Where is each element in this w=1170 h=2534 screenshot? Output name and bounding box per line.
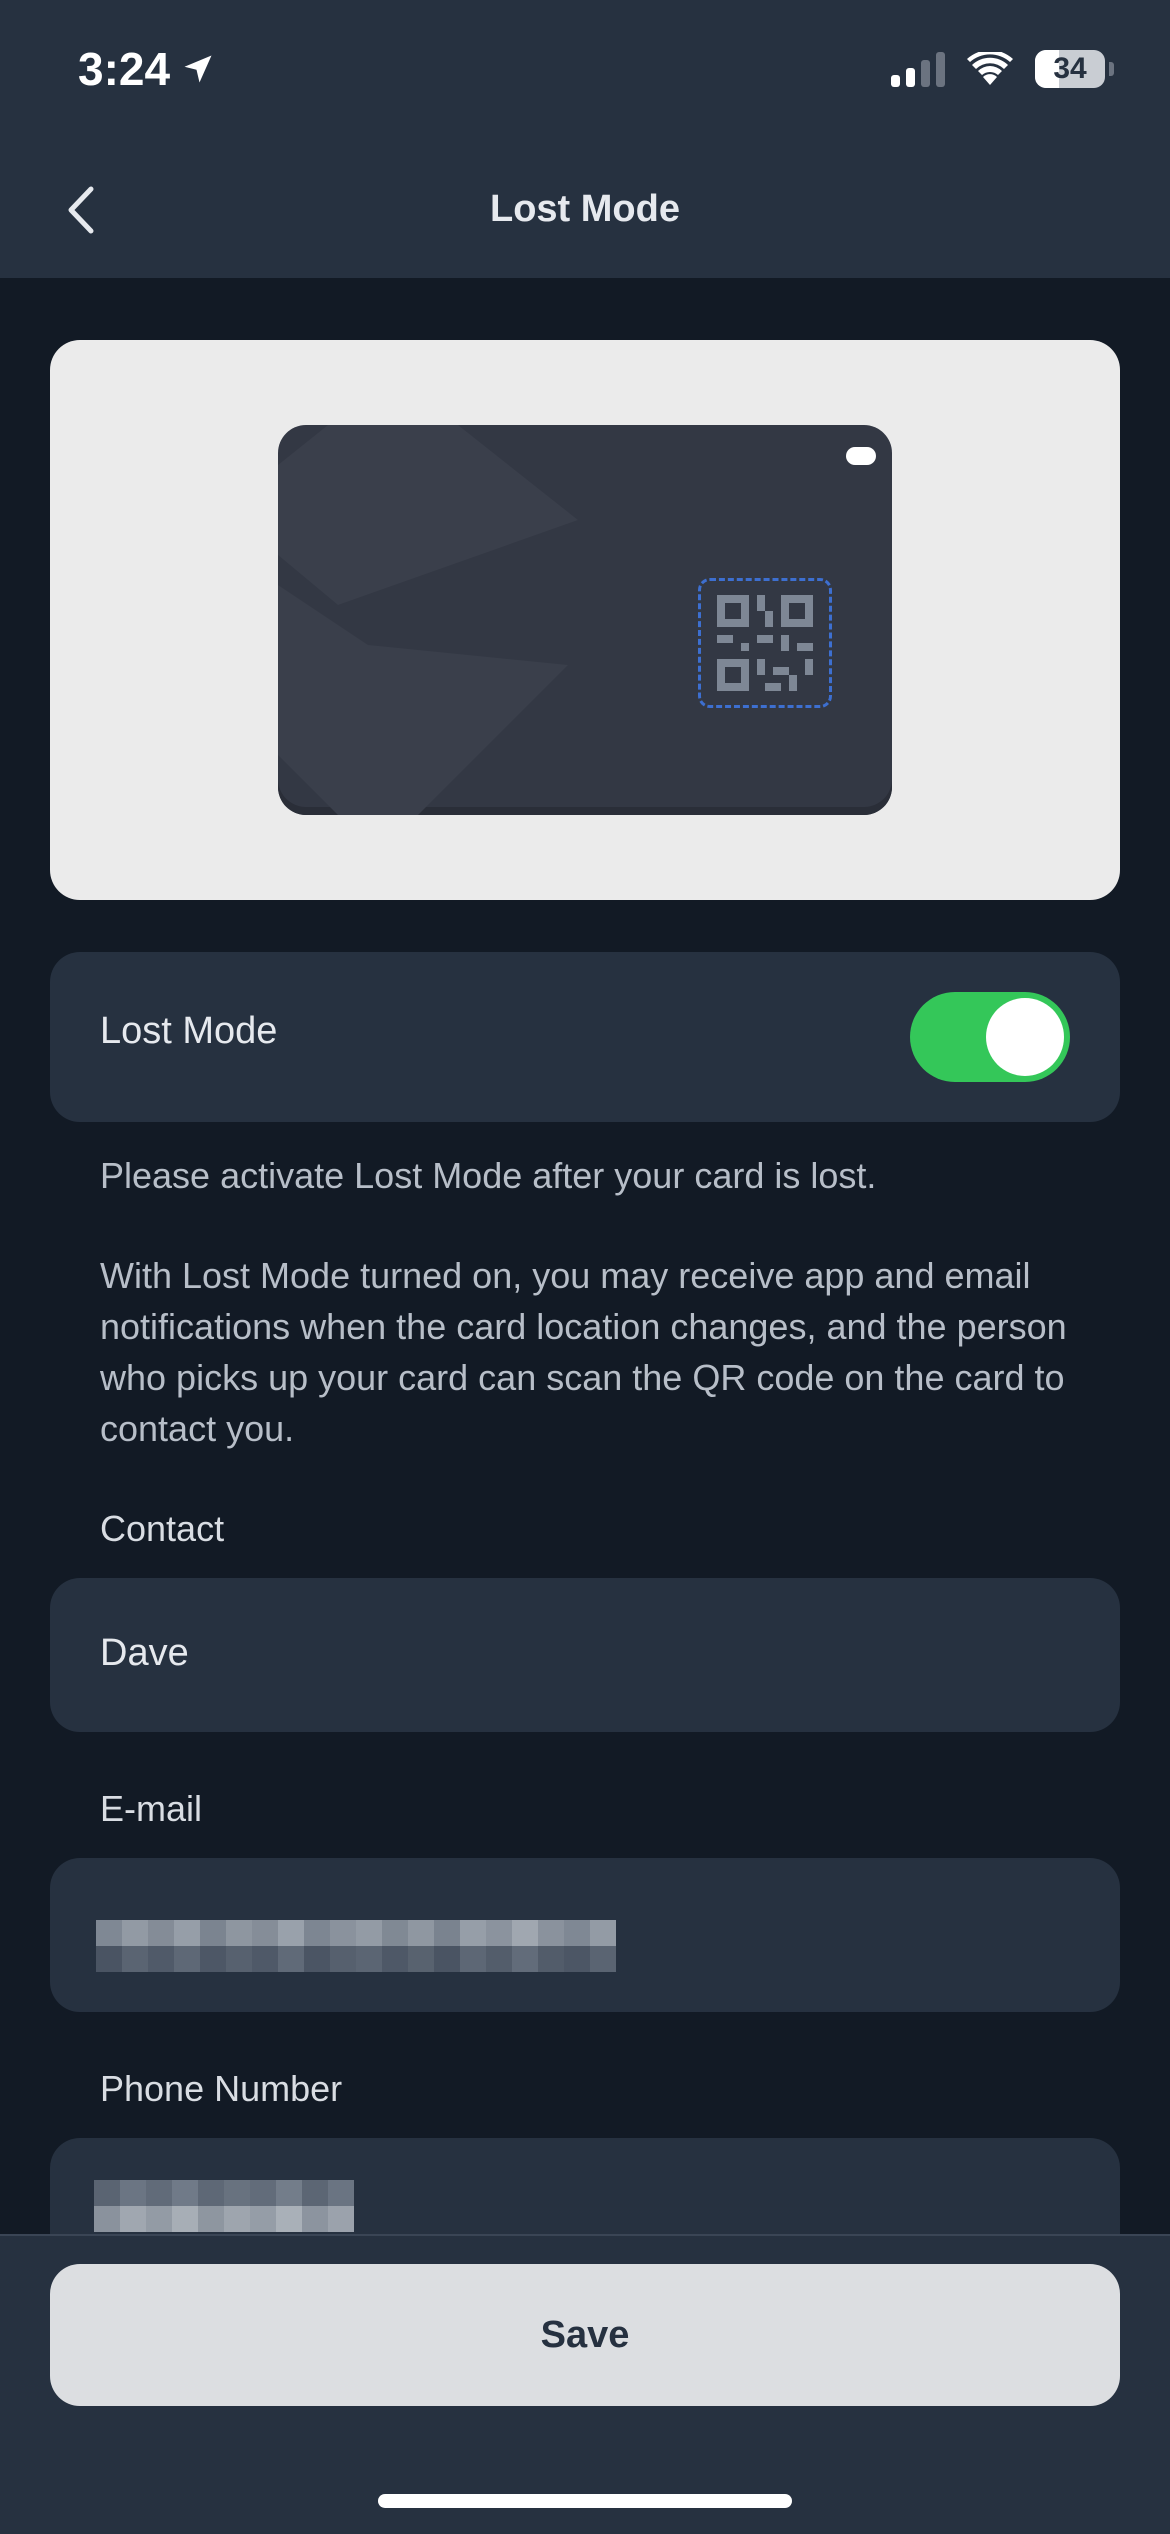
battery-level: 34 [1053, 52, 1087, 85]
contact-field[interactable]: Dave [50, 1578, 1120, 1732]
status-bar: 3:24 34 [0, 0, 1170, 140]
contact-label: Contact [100, 1508, 225, 1549]
phone-redacted [94, 2180, 354, 2232]
lost-mode-toggle[interactable] [910, 992, 1070, 1082]
cellular-signal-icon [891, 51, 945, 87]
status-indicators: 34 [891, 50, 1114, 88]
save-button[interactable]: Save [50, 2264, 1120, 2406]
phone-label: Phone Number [100, 2068, 343, 2109]
status-time: 3:24 [78, 42, 216, 96]
lost-mode-label: Lost Mode [100, 1010, 278, 1052]
wifi-icon [967, 52, 1013, 85]
location-arrow-icon [184, 55, 212, 83]
description-line-1: Please activate Lost Mode after your car… [100, 1155, 877, 1196]
home-indicator[interactable] [378, 2494, 792, 2508]
card-image [278, 425, 892, 815]
battery-icon: 34 [1035, 50, 1105, 88]
qr-code-icon [698, 578, 832, 708]
email-redacted [96, 1920, 616, 1972]
battery-cap [1109, 62, 1114, 76]
card-illustration-panel [50, 340, 1120, 900]
status-time-text: 3:24 [78, 43, 171, 95]
lost-mode-row: Lost Mode [50, 952, 1120, 1122]
bottom-action-bar: Save [0, 2234, 1170, 2534]
keyring-hole [846, 447, 876, 465]
email-field[interactable] [50, 1858, 1120, 2012]
toggle-knob [986, 998, 1064, 1076]
nav-bar: Lost Mode [0, 140, 1170, 278]
page-title: Lost Mode [490, 188, 680, 230]
email-label: E-mail [100, 1788, 203, 1829]
description-line-2: With Lost Mode turned on, you may receiv… [100, 1255, 1067, 1449]
contact-value: Dave [100, 1632, 189, 1674]
